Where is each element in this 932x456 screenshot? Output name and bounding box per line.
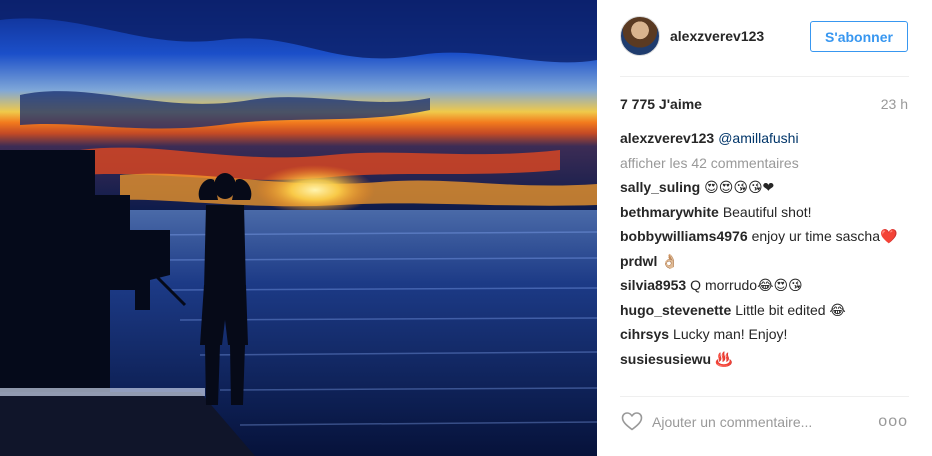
comment-text: Lucky man! Enjoy! — [673, 326, 788, 342]
comment-user[interactable]: silvia8953 — [620, 277, 686, 293]
footer-divider — [620, 396, 909, 397]
sunset-silhouette-image — [0, 0, 597, 456]
more-options-icon[interactable]: ooo — [878, 413, 908, 431]
author-username[interactable]: alexzverev123 — [670, 28, 764, 44]
comment-user[interactable]: bobbywilliams4976 — [620, 228, 748, 244]
post-side-panel: alexzverev123 S'abonner 7 775 J'aime 23 … — [597, 0, 932, 456]
comment-item: hugo_stevenette Little bit edited 😂 — [620, 298, 915, 323]
likes-count[interactable]: 7 775 J'aime — [620, 96, 702, 112]
comment-input[interactable] — [652, 408, 862, 436]
post-header: alexzverev123 S'abonner — [597, 0, 932, 76]
comment-item: bethmarywhite Beautiful shot! — [620, 200, 915, 225]
comment-item: susiesusiewu ♨️ — [620, 347, 915, 372]
post-photo[interactable] — [0, 0, 597, 456]
caption: alexzverev123 @amillafushi — [620, 126, 915, 151]
comment-item: silvia8953 Q morrudo😂😍😘 — [620, 273, 915, 298]
comment-user[interactable]: hugo_stevenette — [620, 302, 731, 318]
comment-item: prdwl 👌🏼 — [620, 249, 915, 274]
avatar[interactable] — [620, 16, 660, 56]
comments-list[interactable]: alexzverev123 @amillafushi afficher les 4… — [620, 126, 915, 386]
comments-fade — [620, 372, 915, 386]
follow-button[interactable]: S'abonner — [810, 21, 908, 52]
comment-user[interactable]: sally_suling — [620, 179, 700, 195]
comment-user[interactable]: prdwl — [620, 253, 657, 269]
comment-text: Little bit edited 😂 — [735, 301, 846, 318]
comment-user[interactable]: bethmarywhite — [620, 204, 719, 220]
heart-icon[interactable] — [620, 409, 644, 433]
comment-item: sally_suling 😍😍😘😘❤ — [620, 175, 915, 200]
caption-user[interactable]: alexzverev123 — [620, 130, 714, 146]
caption-mention[interactable]: @amillafushi — [718, 130, 798, 146]
show-all-comments-link[interactable]: afficher les 42 commentaires — [620, 151, 915, 176]
comment-text: 👌🏼 — [661, 252, 679, 269]
comment-text: Q morrudo😂😍😘 — [690, 277, 803, 293]
comment-item: cihrsys Lucky man! Enjoy! — [620, 322, 915, 347]
header-divider — [620, 76, 909, 77]
comment-text: ♨️ — [715, 350, 733, 367]
comment-user[interactable]: cihrsys — [620, 326, 669, 342]
post-time[interactable]: 23 h — [881, 96, 908, 112]
comment-text: Beautiful shot! — [722, 203, 812, 220]
comment-text: 😍😍😘😘❤ — [704, 179, 775, 195]
comment-user[interactable]: susiesusiewu — [620, 351, 711, 367]
comment-item: bobbywilliams4976 enjoy ur time sascha❤️ — [620, 224, 915, 249]
comment-text: enjoy ur time sascha❤️ — [751, 228, 898, 244]
